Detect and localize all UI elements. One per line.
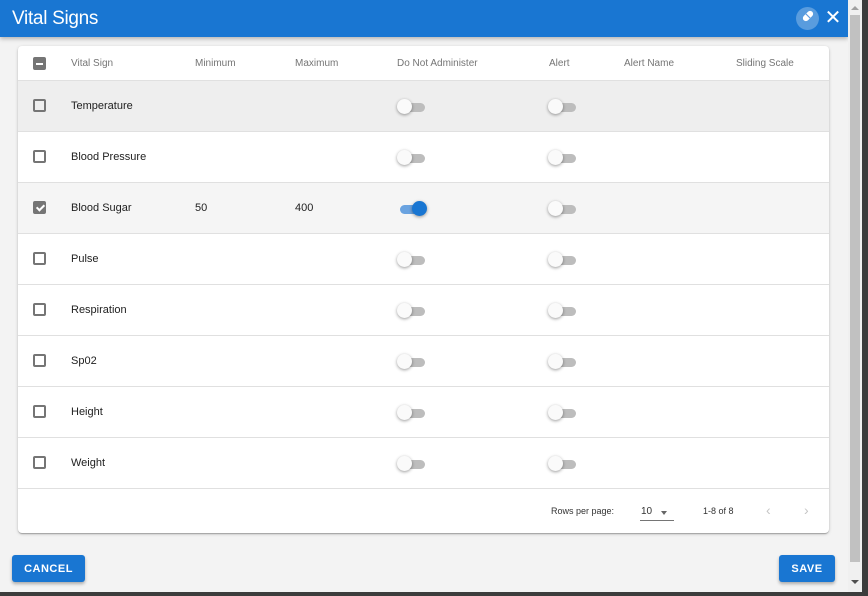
vital-sign-name: Height xyxy=(71,406,103,418)
cancel-button[interactable]: CANCEL xyxy=(12,555,85,582)
column-header-alert-name[interactable]: Alert Name xyxy=(624,58,674,69)
alert-toggle[interactable] xyxy=(548,354,578,370)
do-not-administer-toggle[interactable] xyxy=(397,99,427,115)
column-header-maximum[interactable]: Maximum xyxy=(295,58,338,69)
alert-toggle[interactable] xyxy=(548,201,578,217)
table-header: Vital Sign Minimum Maximum Do Not Admini… xyxy=(18,46,829,81)
vital-sign-name: Weight xyxy=(71,457,106,469)
dropdown-arrow-icon xyxy=(661,511,667,515)
pill-button[interactable] xyxy=(796,7,819,30)
rows-per-page-value: 10 xyxy=(641,506,653,517)
row-checkbox[interactable] xyxy=(33,99,46,112)
toggle-thumb xyxy=(397,456,412,471)
minimum-value: 50 xyxy=(195,202,208,214)
toggle-thumb xyxy=(548,99,563,114)
toggle-thumb xyxy=(397,303,412,318)
alert-toggle[interactable] xyxy=(548,99,578,115)
do-not-administer-toggle[interactable] xyxy=(397,150,427,166)
toggle-thumb xyxy=(397,405,412,420)
close-icon: ✕ xyxy=(824,7,842,29)
chevron-left-icon: ‹ xyxy=(766,502,771,518)
toggle-thumb xyxy=(397,150,412,165)
column-header-minimum[interactable]: Minimum xyxy=(195,58,236,69)
rows-per-page-select[interactable]: 10 xyxy=(640,501,674,521)
toggle-thumb xyxy=(412,201,427,216)
toggle-thumb xyxy=(397,99,412,114)
scroll-up-arrow-icon[interactable] xyxy=(851,6,859,10)
next-page-button[interactable]: › xyxy=(804,502,809,518)
toggle-thumb xyxy=(548,456,563,471)
select-all-checkbox[interactable] xyxy=(33,57,46,70)
scrollbar-thumb[interactable] xyxy=(850,15,860,562)
table-row[interactable]: Blood Pressure xyxy=(18,132,829,183)
vital-sign-name: Pulse xyxy=(71,253,99,265)
toggle-thumb xyxy=(397,252,412,267)
dialog-header: Vital Signs ✕ xyxy=(0,0,848,37)
table-row[interactable]: Blood Sugar 50 400 xyxy=(18,183,829,234)
row-checkbox[interactable] xyxy=(33,354,46,367)
alert-toggle[interactable] xyxy=(548,405,578,421)
row-checkbox[interactable] xyxy=(33,405,46,418)
toggle-thumb xyxy=(548,303,563,318)
do-not-administer-toggle[interactable] xyxy=(397,354,427,370)
alert-toggle[interactable] xyxy=(548,150,578,166)
do-not-administer-toggle[interactable] xyxy=(397,303,427,319)
do-not-administer-toggle[interactable] xyxy=(397,252,427,268)
vital-sign-name: Blood Pressure xyxy=(71,151,147,163)
save-button[interactable]: SAVE xyxy=(779,555,835,582)
toggle-thumb xyxy=(397,354,412,369)
do-not-administer-toggle[interactable] xyxy=(397,201,427,217)
table-row[interactable]: Weight xyxy=(18,438,829,489)
do-not-administer-toggle[interactable] xyxy=(397,456,427,472)
window-edge xyxy=(0,592,868,596)
toggle-thumb xyxy=(548,405,563,420)
table-pagination: Rows per page: 10 1-8 of 8 ‹ › xyxy=(18,490,829,533)
toggle-thumb xyxy=(548,354,563,369)
alert-toggle[interactable] xyxy=(548,456,578,472)
table-row[interactable]: Sp02 xyxy=(18,336,829,387)
vital-sign-name: Respiration xyxy=(71,304,127,316)
dialog-title: Vital Signs xyxy=(12,8,99,29)
previous-page-button[interactable]: ‹ xyxy=(766,502,771,518)
close-button[interactable]: ✕ xyxy=(824,8,842,28)
pill-icon xyxy=(801,9,815,28)
vital-sign-name: Sp02 xyxy=(71,355,97,367)
toggle-thumb xyxy=(548,201,563,216)
vital-signs-table: Vital Sign Minimum Maximum Do Not Admini… xyxy=(18,46,829,533)
vital-sign-name: Blood Sugar xyxy=(71,202,132,214)
row-checkbox[interactable] xyxy=(33,456,46,469)
vital-signs-dialog: Vital Signs ✕ Vital Sign Minimum Maximum… xyxy=(0,0,848,592)
chevron-right-icon: › xyxy=(804,502,809,518)
do-not-administer-toggle[interactable] xyxy=(397,405,427,421)
column-header-do-not-administer[interactable]: Do Not Administer xyxy=(397,58,478,69)
toggle-thumb xyxy=(548,252,563,267)
column-header-vital-sign[interactable]: Vital Sign xyxy=(71,58,113,69)
alert-toggle[interactable] xyxy=(548,252,578,268)
table-row[interactable]: Respiration xyxy=(18,285,829,336)
vital-sign-name: Temperature xyxy=(71,100,133,112)
pagination-range: 1-8 of 8 xyxy=(703,506,734,516)
column-header-sliding-scale[interactable]: Sliding Scale xyxy=(736,58,794,69)
scroll-down-arrow-icon[interactable] xyxy=(851,580,859,584)
alert-toggle[interactable] xyxy=(548,303,578,319)
row-checkbox[interactable] xyxy=(33,201,46,214)
row-checkbox[interactable] xyxy=(33,303,46,316)
table-row[interactable]: Height xyxy=(18,387,829,438)
rows-per-page-label: Rows per page: xyxy=(551,506,615,516)
row-checkbox[interactable] xyxy=(33,252,46,265)
vertical-scrollbar[interactable] xyxy=(848,0,862,592)
table-row[interactable]: Pulse xyxy=(18,234,829,285)
maximum-value: 400 xyxy=(295,202,314,214)
row-checkbox[interactable] xyxy=(33,150,46,163)
table-row[interactable]: Temperature xyxy=(18,81,829,132)
column-header-alert[interactable]: Alert xyxy=(549,58,570,69)
toggle-thumb xyxy=(548,150,563,165)
